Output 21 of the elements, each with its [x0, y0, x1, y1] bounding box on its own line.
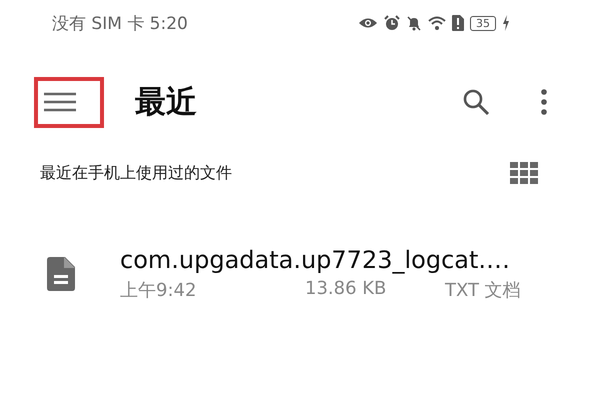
file-size: 13.86 KB	[305, 278, 388, 301]
document-icon	[47, 257, 75, 291]
file-time: 上午9:42	[120, 279, 198, 302]
section-heading: 最近在手机上使用过的文件	[40, 162, 232, 184]
alarm-icon	[384, 15, 400, 31]
charging-icon	[502, 15, 510, 31]
sim-alert-icon	[452, 15, 464, 31]
grid-view-icon[interactable]	[510, 162, 538, 184]
file-type: TXT 文档	[445, 279, 521, 302]
status-time: 没有 SIM 卡 5:20	[52, 12, 188, 34]
bell-off-icon	[406, 15, 422, 31]
menu-button[interactable]	[34, 76, 104, 128]
battery-level: 35	[470, 16, 496, 30]
eye-icon	[358, 17, 378, 29]
wifi-icon	[428, 16, 446, 30]
search-icon[interactable]	[462, 88, 490, 116]
file-name: com.upgadata.up7723_logcat.…	[120, 246, 512, 274]
file-item[interactable]: com.upgadata.up7723_logcat.… 上午9:42 13.86 KB TXT 文档	[0, 246, 600, 302]
menu-icon	[44, 92, 76, 112]
page-title: 最近	[135, 83, 197, 122]
more-options-icon[interactable]	[540, 89, 548, 115]
